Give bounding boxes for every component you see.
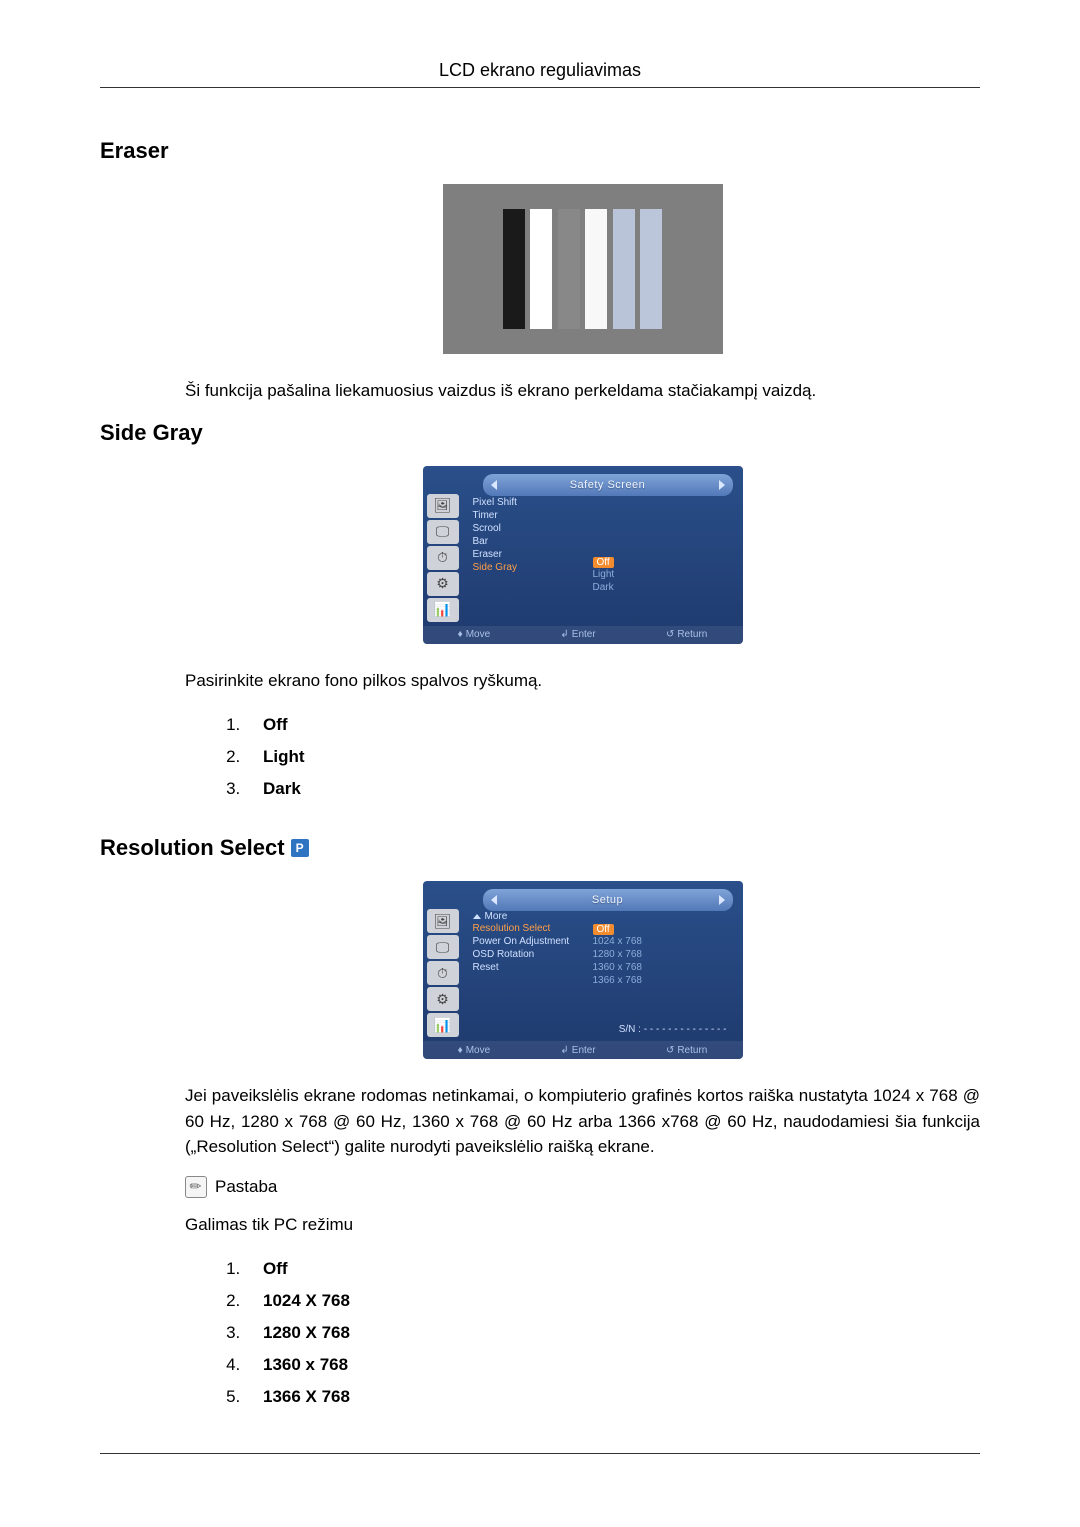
osd-header: Setup xyxy=(483,889,733,911)
bar xyxy=(640,209,662,329)
list-item: Dark xyxy=(245,773,980,805)
osd-menu-item: Reset xyxy=(473,961,573,974)
sidegray-osd: Safety Screen 🖼 🖵 ⏱ ⚙ 📊 Pixel Shift Time… xyxy=(423,466,743,644)
list-item: 1024 X 768 xyxy=(245,1285,980,1317)
eraser-figure xyxy=(443,184,723,354)
pc-badge-icon: P xyxy=(291,839,309,857)
section-sidegray-title: Side Gray xyxy=(100,420,980,446)
osd-menu-item: Scrool xyxy=(473,522,573,535)
osd-menu-item-active: Resolution Select xyxy=(473,922,573,935)
eraser-desc: Ši funkcija pašalina liekamuosius vaizdu… xyxy=(185,378,980,404)
bar xyxy=(585,209,607,329)
osd-icon: 🖼 xyxy=(427,494,459,518)
osd-sidebar-icons: 🖼 🖵 ⏱ ⚙ 📊 xyxy=(427,494,465,622)
osd-icon: ⏱ xyxy=(427,546,459,570)
list-item: 1360 x 768 xyxy=(245,1349,980,1381)
osd-option: 1024 x 768 xyxy=(593,935,713,948)
osd-option: 1280 x 768 xyxy=(593,948,713,961)
resolution-osd: Setup 🖼 🖵 ⏱ ⚙ 📊 More Resolution Select P… xyxy=(423,881,743,1059)
list-item: 1280 X 768 xyxy=(245,1317,980,1349)
osd-footer: ♦ Move ↲ Enter ↺ Return xyxy=(423,1041,743,1059)
osd-menu-item: Power On Adjustment xyxy=(473,935,573,948)
note-label: Pastaba xyxy=(215,1177,277,1197)
osd-menu-item: OSD Rotation xyxy=(473,948,573,961)
resolution-list: Off 1024 X 768 1280 X 768 1360 x 768 136… xyxy=(245,1253,980,1413)
osd-option: 1366 x 768 xyxy=(593,974,713,987)
osd-serial: S/N : - - - - - - - - - - - - - - xyxy=(619,1024,727,1035)
list-item: Off xyxy=(245,709,980,741)
osd-foot-enter: ↲ Enter xyxy=(560,1045,595,1056)
osd-icon: ⚙ xyxy=(427,572,459,596)
osd-menu: Pixel Shift Timer Scrool Bar Eraser Side… xyxy=(473,496,573,574)
osd-option-highlight: Off xyxy=(593,924,614,935)
osd-menu-item: Timer xyxy=(473,509,573,522)
osd-sidebar-icons: 🖼 🖵 ⏱ ⚙ 📊 xyxy=(427,909,465,1037)
osd-more: More xyxy=(473,911,573,922)
resolution-availability: Galimas tik PC režimu xyxy=(185,1212,980,1238)
osd-options: Off 1024 x 768 1280 x 768 1360 x 768 136… xyxy=(593,923,713,987)
page-header: LCD ekrano reguliavimas xyxy=(100,60,980,88)
osd-options: Off Light Dark xyxy=(593,556,713,594)
list-item: Off xyxy=(245,1253,980,1285)
footer-rule xyxy=(100,1453,980,1454)
osd-header-text: Safety Screen xyxy=(570,479,646,491)
osd-option: 1360 x 768 xyxy=(593,961,713,974)
color-bars xyxy=(503,209,663,329)
osd-icon: 🖵 xyxy=(427,520,459,544)
osd-icon: 📊 xyxy=(427,598,459,622)
osd-menu-item-active: Side Gray xyxy=(473,561,573,574)
triangle-up-icon xyxy=(473,914,481,919)
osd-icon: 📊 xyxy=(427,1013,459,1037)
section-eraser-title: Eraser xyxy=(100,138,980,164)
page-title: LCD ekrano reguliavimas xyxy=(439,60,641,80)
osd-menu-item: Eraser xyxy=(473,548,573,561)
osd-foot-enter: ↲ Enter xyxy=(560,629,595,640)
osd-option: Light xyxy=(593,568,713,581)
list-item: Light xyxy=(245,741,980,773)
osd-foot-move: ♦ Move xyxy=(458,1045,491,1056)
osd-icon: ⚙ xyxy=(427,987,459,1011)
osd-icon: 🖼 xyxy=(427,909,459,933)
bar xyxy=(613,209,635,329)
note-icon: ✎ xyxy=(185,1176,207,1198)
list-item: 1366 X 768 xyxy=(245,1381,980,1413)
osd-foot-return: ↺ Return xyxy=(666,1045,707,1056)
osd-option-highlight: Off xyxy=(593,557,614,568)
osd-option: Dark xyxy=(593,581,713,594)
section-resolution-title: Resolution Select P xyxy=(100,835,980,861)
osd-foot-return: ↺ Return xyxy=(666,629,707,640)
sidegray-desc: Pasirinkite ekrano fono pilkos spalvos r… xyxy=(185,668,980,694)
bar xyxy=(558,209,580,329)
bar xyxy=(503,209,525,329)
osd-icon: ⏱ xyxy=(427,961,459,985)
osd-footer: ♦ Move ↲ Enter ↺ Return xyxy=(423,626,743,644)
note-row: ✎ Pastaba xyxy=(185,1176,980,1198)
resolution-title-text: Resolution Select xyxy=(100,835,285,861)
sidegray-list: Off Light Dark xyxy=(245,709,980,805)
osd-icon: 🖵 xyxy=(427,935,459,959)
osd-header-text: Setup xyxy=(592,894,623,906)
bar xyxy=(530,209,552,329)
osd-header: Safety Screen xyxy=(483,474,733,496)
osd-foot-move: ♦ Move xyxy=(458,629,491,640)
osd-menu-item: Bar xyxy=(473,535,573,548)
osd-menu-item: Pixel Shift xyxy=(473,496,573,509)
osd-menu: More Resolution Select Power On Adjustme… xyxy=(473,911,573,974)
resolution-desc: Jei paveikslėlis ekrane rodomas netinkam… xyxy=(185,1083,980,1160)
